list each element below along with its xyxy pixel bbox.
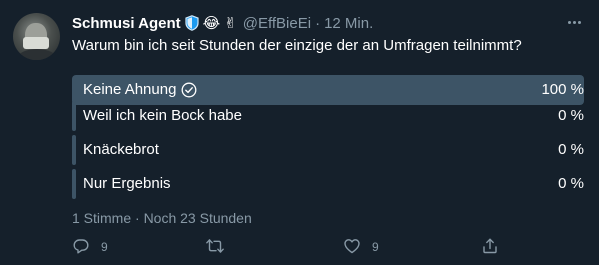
- more-dot: [577, 20, 581, 24]
- like-count: 9: [372, 240, 379, 254]
- poll-option-label: Nur Ergebnis: [83, 175, 171, 192]
- avatar[interactable]: [13, 13, 60, 60]
- poll-option: Nur Ergebnis 0 %: [72, 169, 584, 199]
- victory-hand-emoji-icon: ✌: [224, 13, 237, 32]
- poll-option-percent: 0 %: [558, 175, 584, 192]
- avatar-body: [17, 49, 57, 60]
- share-icon: [481, 237, 499, 258]
- tweet: Schmusi Agent 😂 ✌ @EffBieEi · 12 Min. Wa…: [0, 0, 599, 265]
- reply-count: 9: [101, 240, 108, 254]
- poll-bar: [72, 101, 76, 131]
- poll-meta: 1 Stimme · Noch 23 Stunden: [72, 210, 252, 226]
- more-dots-icon[interactable]: [564, 12, 584, 32]
- more-dot: [567, 20, 571, 24]
- more-dot: [572, 20, 576, 24]
- tweet-header: Schmusi Agent 😂 ✌ @EffBieEi · 12 Min.: [72, 13, 373, 33]
- author-handle[interactable]: @EffBieEi: [243, 15, 311, 32]
- shield-badge-icon: [185, 15, 199, 31]
- poll-bar: [72, 135, 76, 165]
- retweet-icon: [205, 237, 225, 258]
- share-button[interactable]: [481, 236, 499, 258]
- poll-option-label-wrap: Nur Ergebnis: [83, 169, 171, 199]
- poll-option-label: Knäckebrot: [83, 141, 159, 158]
- reply-button[interactable]: 9: [72, 236, 108, 258]
- laughing-emoji-icon: 😂: [202, 13, 221, 32]
- poll-option: Weil ich kein Bock habe 0 %: [72, 101, 584, 131]
- poll-option-label-wrap: Knäckebrot: [83, 135, 159, 165]
- check-circle-icon: [181, 82, 197, 98]
- avatar-mask: [23, 37, 49, 49]
- poll-option-label-wrap: Weil ich kein Bock habe: [83, 101, 242, 131]
- poll-bar: [72, 169, 76, 199]
- heart-icon: [343, 237, 361, 258]
- poll-option: Knäckebrot 0 %: [72, 135, 584, 165]
- poll-option-percent: 0 %: [558, 107, 584, 124]
- reply-icon: [72, 237, 90, 258]
- retweet-button[interactable]: [205, 236, 225, 258]
- tweet-actions: 9 9: [72, 236, 584, 258]
- tweet-text: Warum bin ich seit Stunden der einzige d…: [72, 37, 522, 54]
- poll-option-label: Weil ich kein Bock habe: [83, 107, 242, 124]
- poll-option-percent: 0 %: [558, 141, 584, 158]
- header-separator: ·: [315, 14, 321, 32]
- author-name[interactable]: Schmusi Agent: [72, 15, 181, 32]
- like-button[interactable]: 9: [343, 236, 379, 258]
- tweet-time[interactable]: 12 Min.: [324, 15, 373, 32]
